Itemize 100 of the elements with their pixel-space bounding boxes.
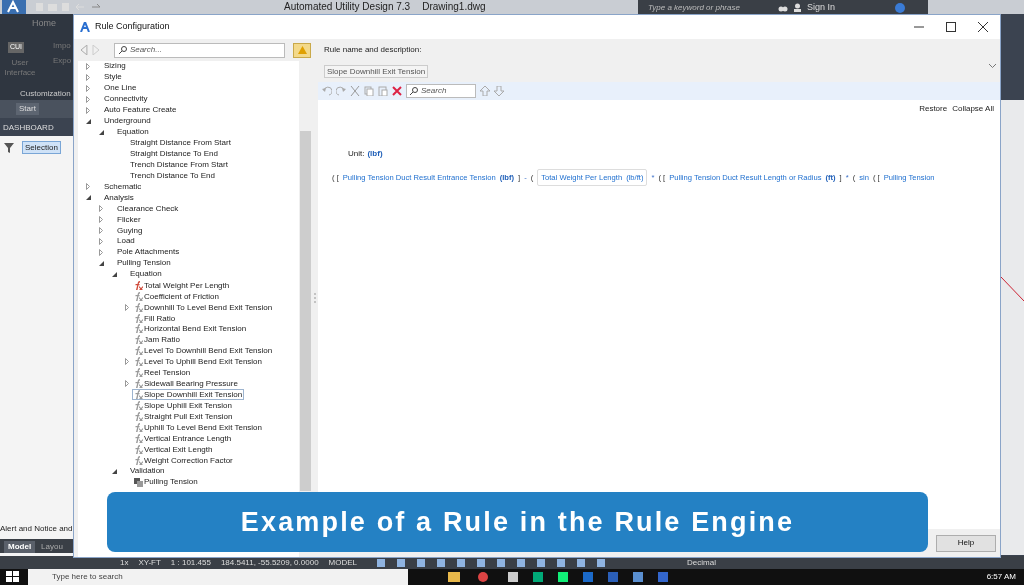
- unit-value: (lbf): [367, 148, 383, 160]
- collapsed-arrow-icon[interactable]: [86, 95, 90, 103]
- collapsed-arrow-icon[interactable]: [86, 84, 90, 92]
- collapsed-arrow-icon[interactable]: [99, 227, 103, 235]
- warning-icon: [297, 46, 307, 54]
- expanded-arrow-icon[interactable]: [112, 271, 117, 277]
- expanded-arrow-icon[interactable]: [86, 118, 91, 124]
- collapsed-arrow-icon[interactable]: [99, 216, 103, 224]
- help-button[interactable]: Help: [936, 534, 996, 552]
- maximize-icon[interactable]: [946, 22, 956, 32]
- rule-item[interactable]: Level To Uphill Bend Exit Tension: [132, 356, 264, 368]
- collapsed-arrow-icon[interactable]: [99, 248, 103, 256]
- rule-item[interactable]: Coefficient of Friction: [132, 290, 221, 302]
- toolbar-link[interactable]: Restore: [919, 103, 948, 115]
- rule-item[interactable]: Weight Correction Factor: [132, 454, 235, 466]
- coordinate-system-button[interactable]: XY-FT: [138, 556, 161, 569]
- collapsed-arrow-icon[interactable]: [86, 183, 90, 191]
- back-icon[interactable]: [80, 45, 88, 55]
- tree-item[interactable]: Style: [104, 71, 122, 84]
- keyword-search-field[interactable]: Type a keyword or phrase: [648, 1, 768, 14]
- rule-item[interactable]: Level To Downhill Bend Exit Tension: [132, 345, 275, 357]
- collapsed-arrow-icon[interactable]: [86, 73, 90, 81]
- tree-item[interactable]: Trench Distance To End: [130, 169, 215, 182]
- collapsed-arrow-icon[interactable]: [125, 380, 129, 388]
- collapsed-arrow-icon[interactable]: [99, 237, 103, 245]
- collapsed-arrow-icon[interactable]: [86, 106, 90, 114]
- tree-search-field[interactable]: Search...: [113, 42, 286, 58]
- alert-text: Alert and Notice and: [0, 523, 73, 535]
- tree-item[interactable]: Validation: [130, 465, 165, 478]
- rule-item[interactable]: Vertical Entrance Length: [132, 432, 234, 444]
- scale-factor-button[interactable]: 1x: [120, 556, 129, 569]
- tree-item[interactable]: Auto Feature Create: [104, 104, 177, 117]
- selection-button[interactable]: Selection: [22, 141, 61, 154]
- tree-item[interactable]: Clearance Check: [117, 202, 179, 215]
- undo-icon[interactable]: [322, 86, 332, 96]
- expanded-arrow-icon[interactable]: [112, 468, 117, 474]
- chevron-down-icon[interactable]: [989, 64, 996, 68]
- layout-tab[interactable]: Model: [4, 541, 36, 553]
- model-space-button[interactable]: MODEL: [328, 556, 358, 569]
- rule-item[interactable]: Vertical Exit Length: [132, 443, 215, 455]
- tree-item[interactable]: Schematic: [104, 180, 142, 193]
- tree-item[interactable]: Load: [117, 235, 135, 248]
- tree-item[interactable]: Pulling Tension: [117, 257, 171, 270]
- tree-item[interactable]: Trench Distance From Start: [130, 158, 228, 171]
- collapsed-arrow-icon[interactable]: [86, 62, 90, 70]
- tree-item[interactable]: Guying: [117, 224, 143, 237]
- rule-item[interactable]: Slope Uphill Exit Tension: [132, 400, 234, 412]
- tree-item[interactable]: Underground: [104, 115, 151, 128]
- collapsed-arrow-icon[interactable]: [125, 358, 129, 366]
- start-tab[interactable]: Start: [16, 103, 39, 115]
- rule-item[interactable]: Total Weight Per Length: [132, 279, 232, 291]
- expanded-arrow-icon[interactable]: [99, 260, 104, 266]
- collapsed-arrow-icon[interactable]: [99, 205, 103, 213]
- layout-tab[interactable]: Layou: [37, 541, 67, 553]
- rule-item[interactable]: Uphill To Level Bend Exit Tension: [132, 421, 264, 433]
- editor-search-field[interactable]: Search: [406, 84, 476, 98]
- taskbar-search-field[interactable]: Type here to search: [28, 569, 408, 585]
- tree-item[interactable]: Sizing: [104, 61, 126, 73]
- help-icon[interactable]: [895, 2, 906, 13]
- toolbar-link[interactable]: Collapse All: [952, 103, 994, 115]
- tree-item[interactable]: Analysis: [104, 191, 134, 204]
- rule-item[interactable]: Horizontal Bend Exit Tension: [132, 323, 249, 335]
- close-icon[interactable]: [978, 22, 988, 32]
- validation-rule-item[interactable]: Pulling Tension: [134, 476, 198, 489]
- scale-button[interactable]: 1 : 101.455: [170, 556, 211, 569]
- filter-icon[interactable]: [4, 143, 14, 153]
- paste-icon[interactable]: [378, 86, 388, 96]
- rule-item[interactable]: Jam Ratio: [132, 334, 182, 346]
- rule-name-field[interactable]: Slope Downhill Exit Tension: [324, 65, 429, 78]
- arrow-up-icon[interactable]: [480, 86, 490, 96]
- rule-item[interactable]: Straight Pull Exit Tension: [132, 410, 235, 422]
- tree-item[interactable]: Equation: [117, 126, 149, 139]
- tree-item[interactable]: Pole Attachments: [117, 246, 180, 259]
- copy-icon[interactable]: [364, 86, 374, 96]
- arrow-down-icon[interactable]: [494, 86, 504, 96]
- rule-item[interactable]: Slope Downhill Exit Tension: [132, 389, 245, 401]
- windows-start-icon[interactable]: [6, 571, 20, 583]
- rule-item[interactable]: Fill Ratio: [132, 312, 178, 324]
- rule-item[interactable]: Sidewall Bearing Pressure: [132, 378, 240, 390]
- app-title: Automated Utility Design 7.3: [284, 2, 411, 12]
- redo-icon[interactable]: [336, 86, 346, 96]
- units-button[interactable]: Decimal: [687, 556, 716, 569]
- rule-item[interactable]: Reel Tension: [132, 367, 193, 379]
- tree-item[interactable]: Equation: [130, 268, 162, 281]
- rule-item[interactable]: Downhill To Level Bend Exit Tension: [132, 301, 275, 313]
- tree-item[interactable]: One Line: [104, 82, 137, 95]
- sign-in-link[interactable]: Sign In: [807, 0, 836, 15]
- warning-button[interactable]: [293, 42, 311, 58]
- tree-item[interactable]: Connectivity: [104, 93, 148, 106]
- expanded-arrow-icon[interactable]: [99, 129, 104, 135]
- tree-item[interactable]: Straight Distance From Start: [130, 137, 231, 150]
- expanded-arrow-icon[interactable]: [86, 195, 91, 201]
- collapsed-arrow-icon[interactable]: [125, 303, 129, 311]
- cut-icon[interactable]: [350, 86, 360, 96]
- splitter-grip-icon[interactable]: [313, 293, 316, 303]
- tree-item[interactable]: Flicker: [117, 213, 141, 226]
- tree-item[interactable]: Straight Distance To End: [130, 147, 218, 160]
- validation-icon: [134, 477, 143, 487]
- ribbon-caption: User Interface: [3, 58, 37, 78]
- delete-icon[interactable]: [392, 86, 402, 96]
